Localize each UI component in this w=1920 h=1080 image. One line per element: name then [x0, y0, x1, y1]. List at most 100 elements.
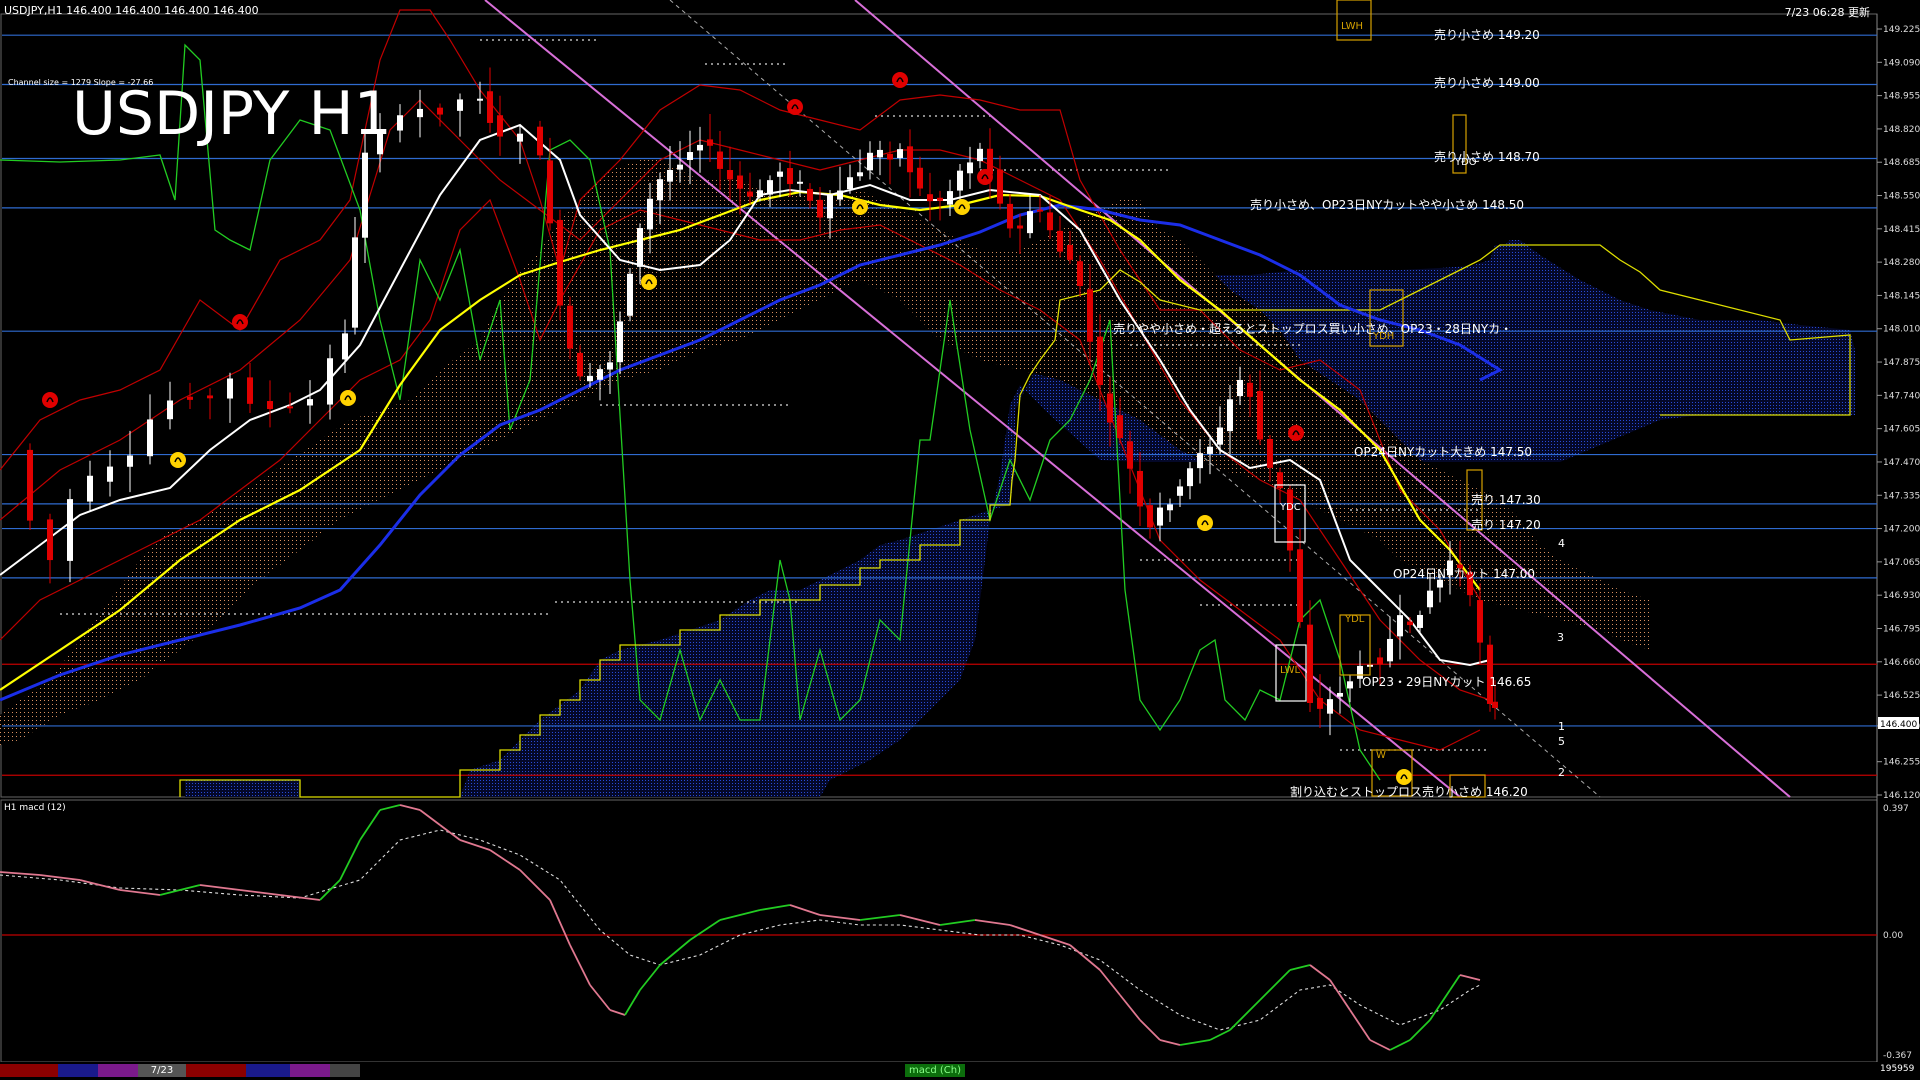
candle [457, 99, 463, 111]
channel-number: 2 [1558, 766, 1565, 779]
fractal-marker [232, 314, 248, 330]
candle [1267, 438, 1273, 468]
candle [587, 375, 593, 382]
candle [817, 199, 823, 218]
candle [362, 152, 368, 238]
fractal-marker [1288, 425, 1304, 441]
macd-signal-line [0, 829, 1481, 1031]
datetime-label: 7/23 06:28 更新 [1784, 6, 1870, 19]
candle [767, 180, 773, 195]
price-tick: 148.820 [1883, 125, 1920, 135]
candle [617, 321, 623, 363]
price-tick: 147.065 [1883, 558, 1920, 568]
candle [307, 399, 313, 406]
channel-number: 5 [1558, 735, 1565, 748]
candle [1197, 453, 1203, 469]
tab-4[interactable] [186, 1064, 246, 1077]
candle [1327, 699, 1333, 714]
price-tick: 147.200 [1883, 525, 1920, 535]
candle [147, 419, 153, 457]
level-annotation: 売り小さめ 148.70 [1434, 150, 1540, 164]
channel-number: 4 [1558, 537, 1565, 550]
macd-tick: 0.00 [1883, 931, 1903, 941]
candle [1397, 615, 1403, 637]
candle [977, 148, 983, 162]
level-annotation: 売り小さめ、OP23日NYカットやや小さめ 148.50 [1250, 198, 1525, 212]
macd-pane-frame [0, 799, 1878, 1063]
candle [597, 369, 603, 380]
candle [1027, 211, 1033, 234]
candle [497, 115, 503, 137]
tab-5[interactable] [246, 1064, 290, 1077]
symbol-info: USDJPY,H1 146.400 146.400 146.400 146.40… [4, 4, 259, 17]
candle [287, 406, 293, 409]
bar-count: 195959 [1880, 1064, 1915, 1074]
candle [227, 378, 233, 399]
candle [1287, 489, 1293, 551]
candle [352, 237, 358, 328]
candle [827, 195, 833, 219]
candle [907, 146, 913, 173]
price-tick: 147.470 [1883, 458, 1920, 468]
candle [1107, 393, 1113, 423]
candle [1087, 289, 1093, 342]
tab-3[interactable] [98, 1064, 138, 1077]
macd-tick: 0.397 [1883, 804, 1909, 814]
candle [787, 168, 793, 185]
trading-chart-window: 149.225 149.090 148.955 148.820 148.685 148.5… [0, 0, 1920, 1080]
candle [687, 152, 693, 160]
channel-number: 3 [1557, 631, 1564, 644]
price-tick: 149.090 [1883, 58, 1920, 68]
price-tick: 148.145 [1883, 291, 1920, 301]
candle [707, 139, 713, 146]
price-chart[interactable]: 149.225 149.090 148.955 148.820 148.685 148.5… [0, 0, 1920, 1080]
tab-macd[interactable]: macd (Ch) [905, 1064, 965, 1077]
candle [1117, 415, 1123, 439]
candle [1157, 507, 1163, 526]
candle [1417, 614, 1423, 628]
candle [877, 149, 883, 158]
tab-1[interactable] [0, 1064, 58, 1077]
candle [627, 273, 633, 316]
candle [1017, 225, 1023, 229]
price-tick: 149.225 [1883, 25, 1920, 35]
candle [717, 151, 723, 169]
candle [1217, 427, 1223, 445]
tab-6[interactable] [290, 1064, 330, 1077]
candle [917, 167, 923, 189]
candle [947, 191, 953, 205]
candle [887, 153, 893, 160]
candle [1187, 468, 1193, 487]
candle [342, 333, 348, 360]
candle [1492, 701, 1498, 708]
candle [1097, 336, 1103, 386]
candle [747, 191, 753, 197]
price-tick: 146.525 [1883, 691, 1920, 701]
candle [1067, 245, 1073, 260]
price-tick: 148.685 [1883, 158, 1920, 168]
candle [1127, 441, 1133, 469]
candle [1177, 486, 1183, 496]
candle [867, 152, 873, 171]
price-tick: 147.335 [1883, 491, 1920, 501]
candle [67, 499, 73, 561]
price-tick: 146.930 [1883, 591, 1920, 601]
candle [1337, 692, 1343, 697]
fractal-marker [852, 199, 868, 215]
tab-2[interactable] [58, 1064, 98, 1077]
level-annotation: 売り小さめ 149.20 [1434, 28, 1540, 42]
candle [327, 358, 333, 405]
price-tick: 146.660 [1883, 658, 1920, 668]
fractal-marker [641, 274, 657, 290]
price-tick: 146.255 [1883, 758, 1920, 768]
candle [557, 219, 563, 306]
tab-date[interactable]: 7/23 [138, 1064, 186, 1077]
candle [537, 126, 543, 156]
price-tick: 148.280 [1883, 258, 1920, 268]
level-annotation: 割り込むとストップロス売り小さめ 146.20 [1290, 785, 1528, 799]
candle [737, 175, 743, 189]
current-price-label: 146.400 [1880, 720, 1917, 730]
candle [207, 395, 213, 399]
tab-7[interactable] [330, 1064, 360, 1077]
candle [477, 98, 483, 101]
